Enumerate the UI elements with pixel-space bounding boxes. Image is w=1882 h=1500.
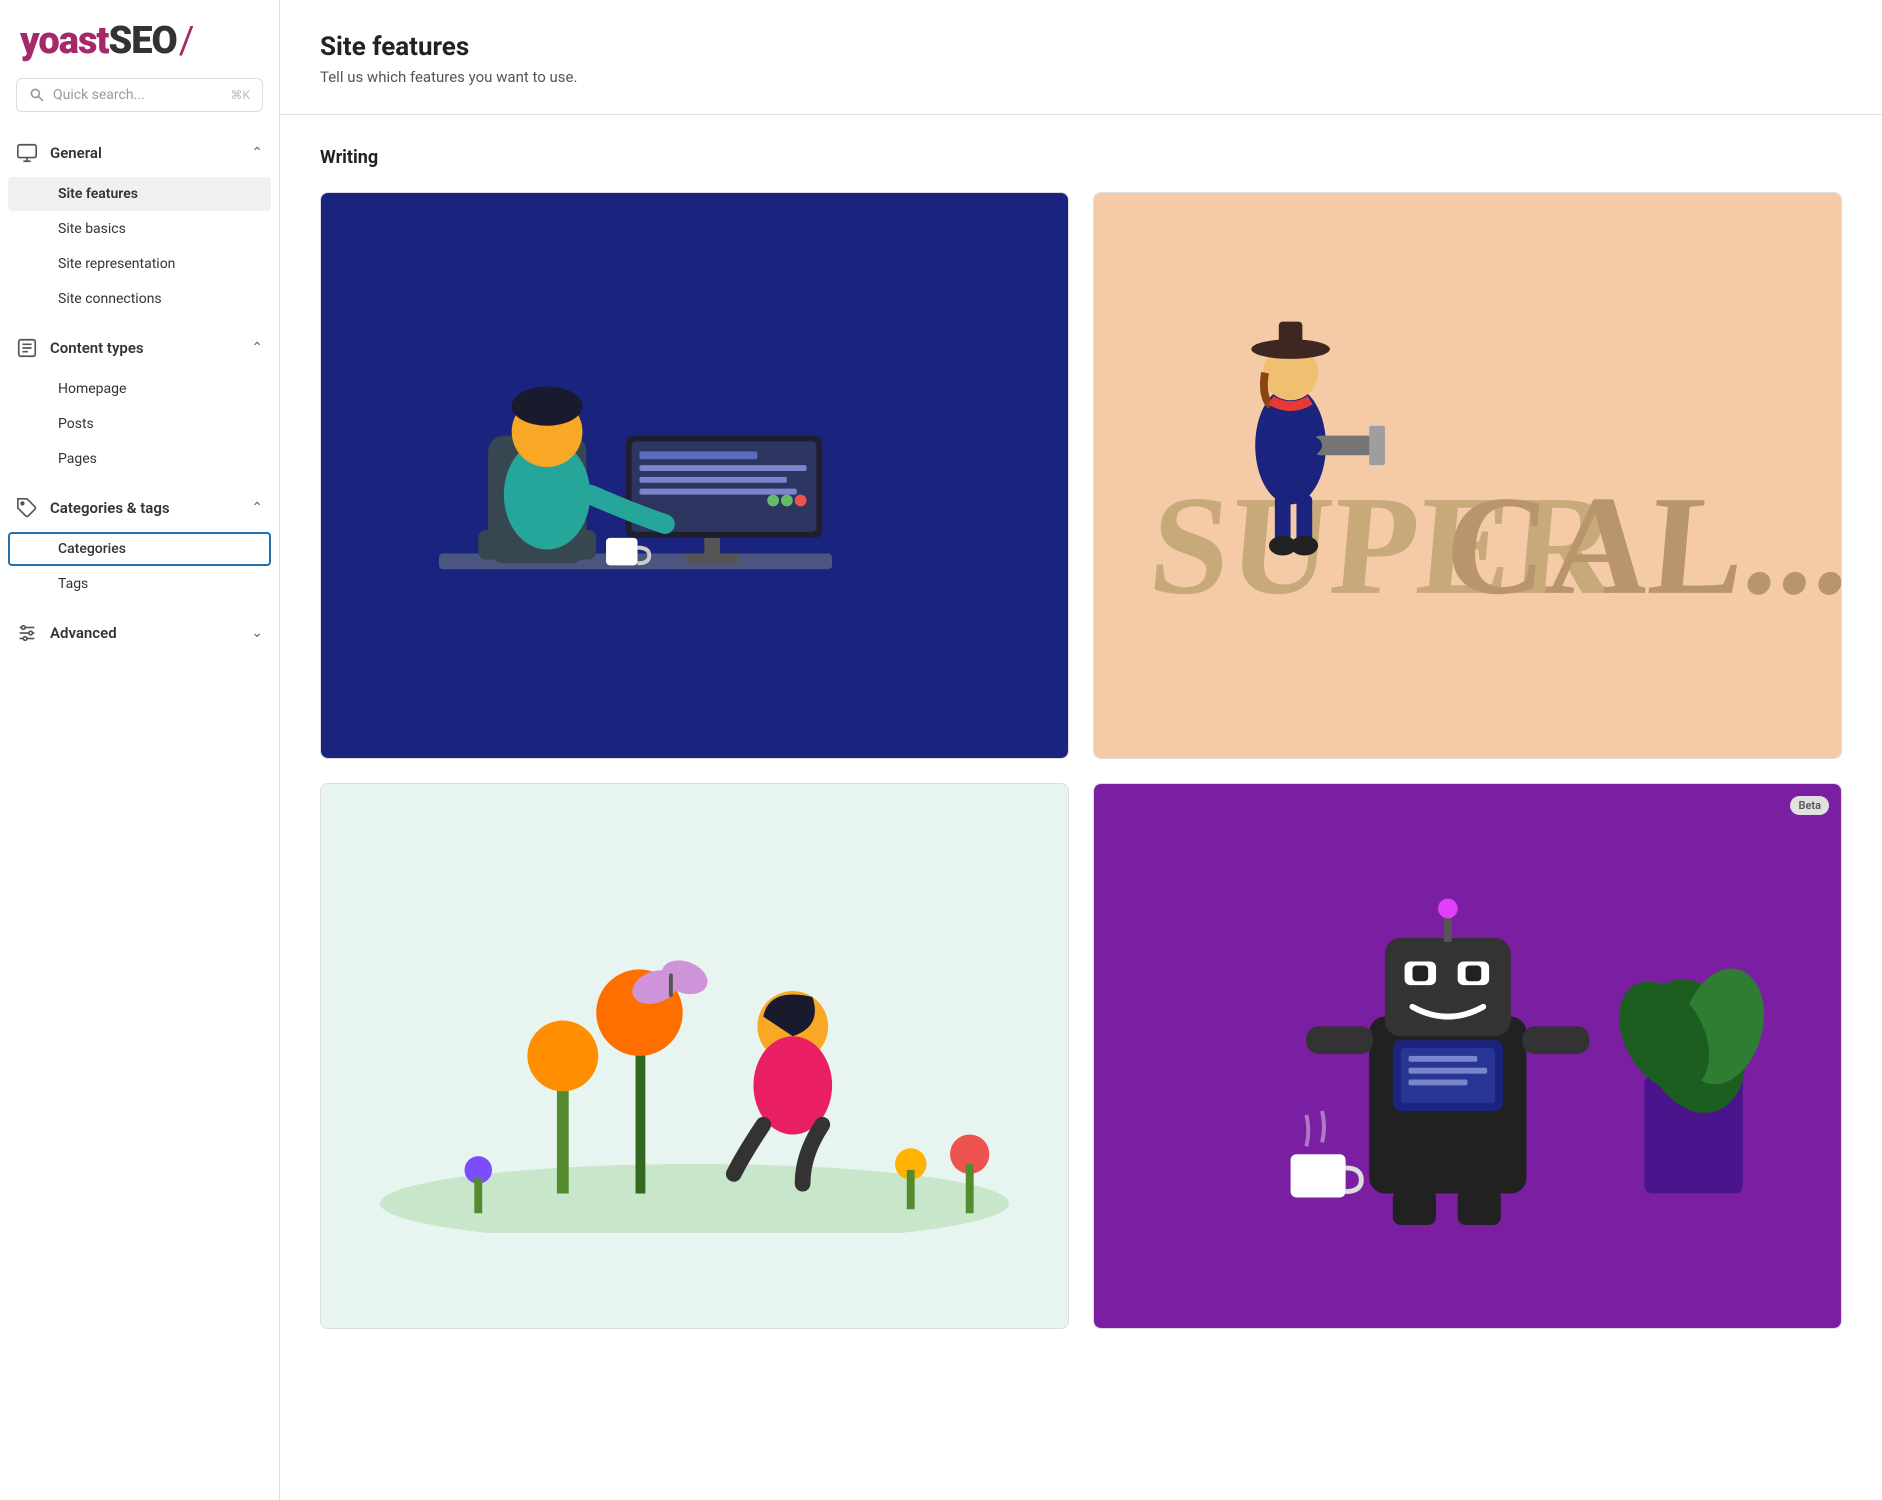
- beta-illustration: Beta: [1094, 784, 1841, 1329]
- sidebar-item-homepage[interactable]: Homepage: [8, 372, 271, 406]
- sliders-icon: [16, 622, 38, 644]
- feature-card-4: Beta: [1093, 783, 1842, 1330]
- logo-area: yoastSEO/: [0, 0, 279, 78]
- readability-analysis-card: SUPER CAL...: [1093, 192, 1842, 759]
- sidebar-item-posts[interactable]: Posts: [8, 407, 271, 441]
- content-body: Writing: [280, 115, 1882, 1385]
- seo-analysis-illustration: [321, 193, 1068, 758]
- sidebar-item-site-connections[interactable]: Site connections: [8, 282, 271, 316]
- keyword-illustration-svg: [321, 879, 1068, 1233]
- sidebar-item-site-features[interactable]: Site features: [8, 177, 271, 211]
- content-types-nav-items: Homepage Posts Pages: [0, 369, 279, 483]
- search-box[interactable]: Quick search... ⌘K: [16, 78, 263, 112]
- search-placeholder: Quick search...: [53, 87, 222, 103]
- tag-icon: [16, 497, 38, 519]
- nav-section-categories-tags: Categories & tags ⌃ Categories Tags: [0, 487, 279, 608]
- content-types-chevron-icon: ⌃: [251, 340, 263, 356]
- sidebar-item-pages[interactable]: Pages: [8, 442, 271, 476]
- advanced-section-title: Advanced: [50, 624, 117, 642]
- keyword-illustration: [321, 784, 1068, 1329]
- nav-section-general: General ⌃ Site features Site basics Site…: [0, 132, 279, 323]
- page-title: Site features: [320, 32, 1842, 62]
- logo-seo: SEO: [109, 19, 177, 63]
- seo-analysis-card: SEO analysis The SEO analysis offers sug…: [320, 192, 1069, 759]
- svg-text:CAL...: CAL...: [1439, 467, 1841, 624]
- beta-illustration-svg: [1094, 879, 1841, 1233]
- sidebar: yoastSEO/ Quick search... ⌘K General ⌃ S…: [0, 0, 280, 1500]
- main-content: Site features Tell us which features you…: [280, 0, 1882, 1500]
- search-icon: [29, 87, 45, 103]
- nav-section-content-types: Content types ⌃ Homepage Posts Pages: [0, 327, 279, 483]
- categories-tags-chevron-icon: ⌃: [251, 500, 263, 516]
- cards-grid: SEO analysis The SEO analysis offers sug…: [320, 192, 1842, 1329]
- writing-section-title: Writing: [320, 147, 1842, 168]
- sidebar-item-tags[interactable]: Tags: [8, 567, 271, 601]
- seo-analysis-card-body: SEO analysis The SEO analysis offers sug…: [321, 758, 1068, 759]
- general-section-title: General: [50, 144, 102, 162]
- feature-card-3-body: Enable feature: [321, 1328, 1068, 1329]
- general-chevron-icon: ⌃: [251, 145, 263, 161]
- logo-slash: /: [179, 19, 194, 63]
- general-nav-items: Site features Site basics Site represent…: [0, 174, 279, 323]
- feature-card-4-body: Enable feature: [1094, 1328, 1841, 1329]
- advanced-chevron-icon: ⌄: [251, 625, 263, 641]
- document-icon: [16, 337, 38, 359]
- beta-badge: Beta: [1790, 796, 1829, 815]
- nav-section-header-categories-tags[interactable]: Categories & tags ⌃: [0, 487, 279, 529]
- nav-section-header-content-types[interactable]: Content types ⌃: [0, 327, 279, 369]
- logo: yoastSEO/: [20, 22, 259, 60]
- readability-illustration: SUPER CAL...: [1094, 193, 1841, 758]
- seo-illustration-svg: [321, 298, 1068, 652]
- sidebar-item-site-representation[interactable]: Site representation: [8, 247, 271, 281]
- sidebar-item-site-basics[interactable]: Site basics: [8, 212, 271, 246]
- categories-tags-section-title: Categories & tags: [50, 499, 170, 517]
- page-header: Site features Tell us which features you…: [280, 0, 1882, 115]
- nav-section-advanced: Advanced ⌄: [0, 612, 279, 654]
- logo-yoast: yoast: [20, 19, 109, 63]
- feature-card-3: Enable feature: [320, 783, 1069, 1330]
- nav-section-header-general[interactable]: General ⌃: [0, 132, 279, 174]
- nav-section-header-advanced[interactable]: Advanced ⌄: [0, 612, 279, 654]
- sidebar-item-categories[interactable]: Categories: [8, 532, 271, 566]
- content-types-section-title: Content types: [50, 339, 144, 357]
- page-subtitle: Tell us which features you want to use.: [320, 68, 1842, 86]
- categories-tags-nav-items: Categories Tags: [0, 529, 279, 608]
- readability-illustration-svg: SUPER CAL...: [1094, 298, 1841, 652]
- search-shortcut: ⌘K: [230, 88, 250, 102]
- readability-analysis-card-body: Readability analysis The readability ana…: [1094, 758, 1841, 759]
- monitor-icon: [16, 142, 38, 164]
